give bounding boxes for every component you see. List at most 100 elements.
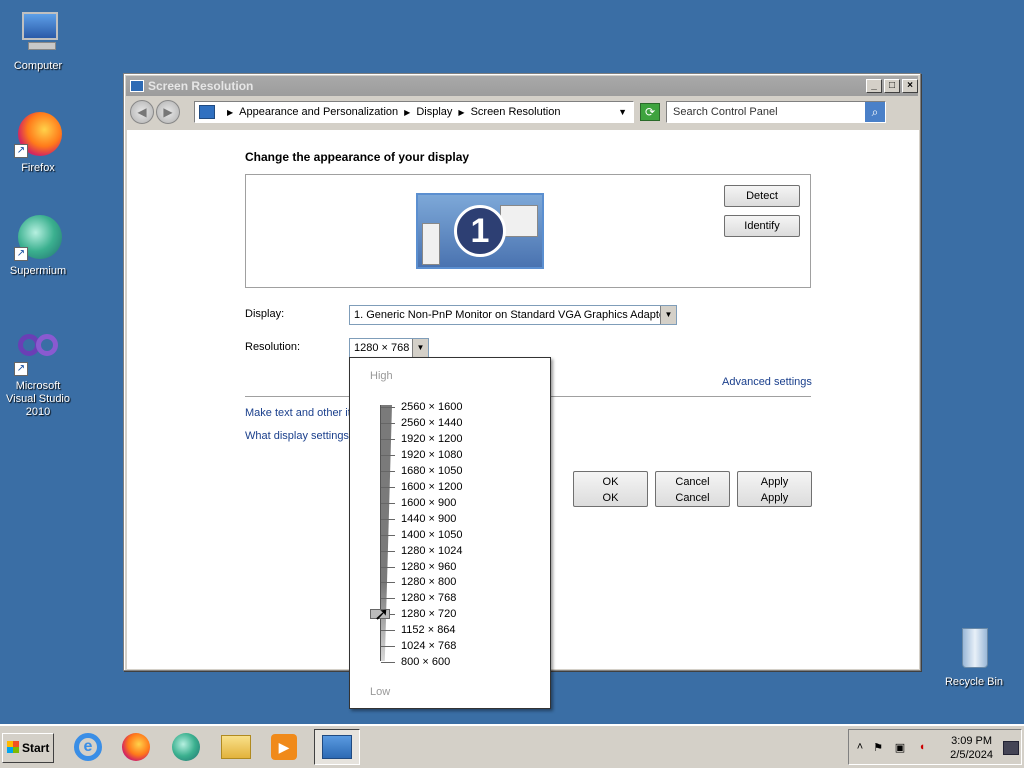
computer-icon: [14, 8, 62, 56]
chevron-down-icon[interactable]: ▼: [412, 339, 428, 357]
monitor-preview-area: 1 Detect Identify: [245, 174, 811, 288]
resolution-tick: [381, 534, 395, 536]
resolution-tick: [381, 582, 395, 584]
resolution-option[interactable]: 1920 × 1200: [401, 431, 462, 447]
breadcrumb-arrow-icon[interactable]: ▶: [458, 108, 464, 117]
desktop-icon-computer[interactable]: Computer: [0, 8, 76, 73]
action-center-flag-icon[interactable]: ⚑: [871, 741, 885, 755]
resolution-option[interactable]: 800 × 600: [401, 654, 450, 670]
resolution-option[interactable]: 1280 × 768: [401, 590, 456, 606]
resolution-label: Resolution:: [245, 341, 301, 353]
display-select-value: 1. Generic Non-PnP Monitor on Standard V…: [354, 309, 669, 321]
back-button[interactable]: ◀: [130, 100, 154, 124]
show-desktop-icon[interactable]: [1003, 741, 1019, 755]
control-panel-icon: [199, 105, 215, 119]
resolution-option[interactable]: 1400 × 1050: [401, 527, 462, 543]
display-label: Display:: [245, 308, 285, 320]
resolution-tick: [381, 518, 395, 520]
resolution-option[interactable]: 1024 × 768: [401, 638, 456, 654]
resolution-tick: [381, 438, 395, 440]
taskbar: Start e ▶ ˄ ⚑ ▣ ◖ 3:09 PM 2/5/2024: [0, 724, 1024, 768]
maximize-button[interactable]: □: [884, 79, 900, 93]
resolution-option[interactable]: 1280 × 720: [401, 606, 456, 622]
resolution-dropdown: High 2560 × 1600 2560 × 1440 1920 × 1200 19…: [349, 357, 551, 709]
resolution-option[interactable]: 1600 × 900: [401, 495, 456, 511]
file-explorer-icon: [221, 735, 251, 759]
monitor-1-preview[interactable]: 1: [416, 193, 544, 269]
resolution-option[interactable]: 1280 × 1024: [401, 543, 462, 559]
ok-button[interactable]: OK OK: [573, 471, 648, 507]
taskbar-media-player[interactable]: ▶: [264, 729, 304, 765]
taskbar-control-panel[interactable]: [314, 729, 360, 765]
resolution-select-value: 1280 × 768: [354, 342, 410, 354]
resolution-option[interactable]: 1600 × 1200: [401, 479, 462, 495]
cancel-button[interactable]: Cancel Cancel: [655, 471, 730, 507]
desktop-icon-label: Computer: [13, 60, 63, 72]
network-icon[interactable]: ▣: [893, 741, 907, 755]
resolution-tick: [381, 470, 395, 472]
resolution-option[interactable]: 1280 × 960: [401, 559, 456, 575]
breadcrumb-display[interactable]: Display: [416, 106, 452, 118]
resolution-option[interactable]: 1680 × 1050: [401, 463, 462, 479]
display-select[interactable]: 1. Generic Non-PnP Monitor on Standard V…: [349, 305, 677, 325]
taskbar-file-explorer[interactable]: [216, 729, 256, 765]
minimize-button[interactable]: _: [866, 79, 882, 93]
address-bar[interactable]: ▶ Appearance and Personalization ▶ Displ…: [194, 101, 634, 123]
resolution-option[interactable]: 2560 × 1440: [401, 415, 462, 431]
apply-button[interactable]: Apply Apply: [737, 471, 812, 507]
start-button[interactable]: Start: [2, 733, 54, 763]
supermium-icon: ↗: [14, 213, 62, 261]
taskbar-internet-explorer[interactable]: e: [68, 729, 108, 765]
detect-button[interactable]: Detect: [724, 185, 800, 207]
window-titlebar[interactable]: Screen Resolution _ □ ×: [126, 76, 918, 96]
desktop-icon-label: Microsoft Visual Studio 2010: [5, 380, 70, 418]
desktop-icon-firefox[interactable]: ↗ Firefox: [0, 110, 76, 175]
desktop-icon-visual-studio[interactable]: ↗ Microsoft Visual Studio 2010: [0, 328, 76, 419]
resolution-option[interactable]: 1440 × 900: [401, 511, 456, 527]
taskbar-supermium[interactable]: [166, 729, 206, 765]
breadcrumb-screen-resolution[interactable]: Screen Resolution: [471, 106, 561, 118]
resolution-tick: [381, 407, 395, 408]
navigation-bar: ◀ ▶ ▶ Appearance and Personalization ▶ D…: [126, 98, 918, 126]
windows-logo-icon: [7, 741, 19, 753]
desktop-icon-recycle-bin[interactable]: Recycle Bin: [936, 624, 1012, 689]
chevron-down-icon[interactable]: ▼: [660, 306, 676, 324]
low-label: Low: [370, 686, 391, 698]
desktop-icon-supermium[interactable]: ↗ Supermium: [0, 213, 76, 278]
close-button[interactable]: ×: [902, 79, 918, 93]
firefox-icon: [122, 733, 150, 761]
volume-muted-icon[interactable]: ◖: [915, 741, 929, 755]
breadcrumb-appearance[interactable]: Appearance and Personalization: [239, 106, 398, 118]
address-dropdown-icon[interactable]: ▼: [618, 107, 627, 117]
resolution-tick: [381, 598, 395, 600]
resolution-tick: [381, 662, 395, 664]
resolution-option[interactable]: 1280 × 800: [401, 574, 456, 590]
resolution-tick: [381, 422, 395, 424]
breadcrumb-arrow-icon[interactable]: ▶: [227, 108, 233, 117]
monitor-number: 1: [454, 205, 506, 257]
resolution-option[interactable]: 1920 × 1080: [401, 447, 462, 463]
search-icon[interactable]: ⌕: [865, 102, 885, 122]
shortcut-arrow-icon: ↗: [14, 247, 28, 261]
resolution-tick: [381, 566, 395, 568]
resolution-option[interactable]: 2560 × 1600: [401, 399, 462, 415]
cancel-label-duplicate: Cancel: [675, 492, 710, 504]
control-panel-icon: [322, 735, 352, 759]
show-hidden-icons-icon[interactable]: ˄: [853, 741, 867, 755]
start-label: Start: [22, 741, 50, 755]
display-settings-help-link[interactable]: What display settings: [245, 430, 349, 442]
clock-time: 3:09 PM: [951, 735, 993, 747]
clock[interactable]: 3:09 PM 2/5/2024: [950, 734, 993, 762]
supermium-icon: [172, 733, 200, 761]
resolution-select[interactable]: 1280 × 768 ▼: [349, 338, 429, 358]
identify-button[interactable]: Identify: [724, 215, 800, 237]
mouse-cursor-icon: ➚: [374, 604, 390, 624]
forward-button[interactable]: ▶: [156, 100, 180, 124]
search-input[interactable]: Search Control Panel ⌕: [666, 101, 886, 123]
refresh-button[interactable]: ⟳: [640, 103, 660, 121]
resolution-option[interactable]: 1152 × 864: [401, 622, 456, 638]
taskbar-firefox[interactable]: [116, 729, 156, 765]
text-size-link[interactable]: Make text and other it: [245, 407, 351, 419]
breadcrumb-arrow-icon[interactable]: ▶: [404, 108, 410, 117]
advanced-settings-link[interactable]: Advanced settings: [722, 376, 812, 388]
